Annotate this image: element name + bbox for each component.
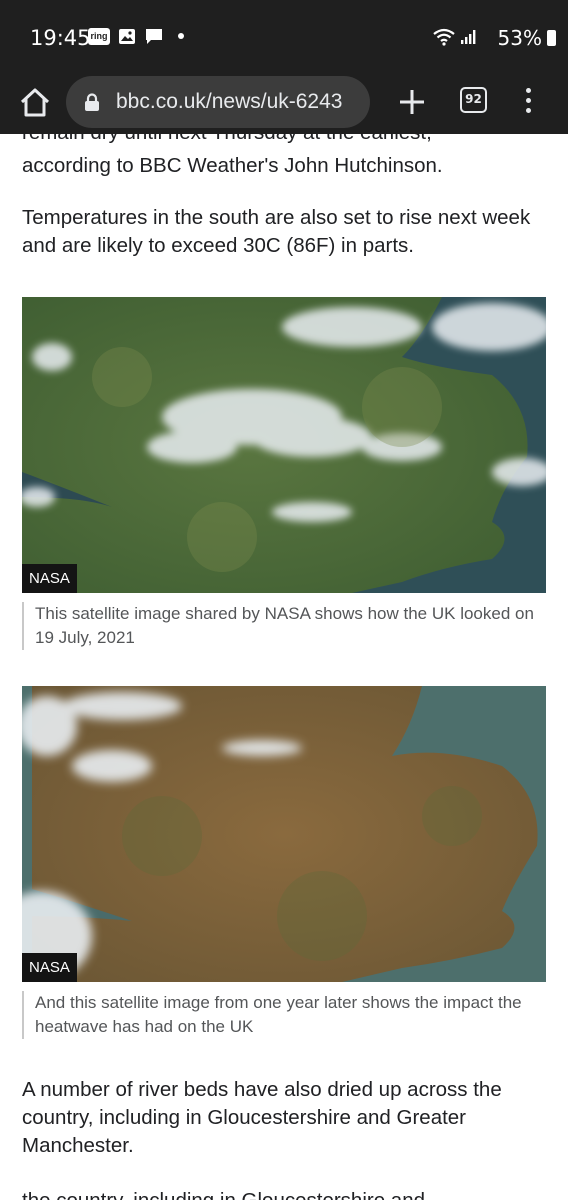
message-icon xyxy=(146,29,162,44)
home-icon[interactable] xyxy=(18,86,52,120)
figure-satellite-2021: NASA This satellite image shared by NASA… xyxy=(22,297,546,657)
notification-icons: ring xyxy=(88,27,184,45)
connectivity-icons xyxy=(432,28,476,46)
status-bar: 19:45 ring 53% xyxy=(0,0,568,72)
paragraph-partial-bottom: the country, including in Gloucestershir… xyxy=(22,1187,546,1200)
image-credit-badge: NASA xyxy=(22,564,77,593)
signal-icon xyxy=(461,30,476,44)
overflow-menu-icon[interactable] xyxy=(520,88,536,116)
figure-satellite-2022: NASA And this satellite image from one y… xyxy=(22,686,546,1046)
wifi-icon xyxy=(433,28,455,46)
image-caption: And this satellite image from one year l… xyxy=(22,991,546,1039)
status-time: 19:45 xyxy=(30,26,91,50)
paragraph-river-beds: A number of river beds have also dried u… xyxy=(22,1078,502,1157)
battery-icon xyxy=(547,30,556,46)
lock-icon xyxy=(85,93,99,111)
url-text[interactable]: bbc.co.uk/news/uk-6243 xyxy=(116,90,342,114)
paragraph-temperatures: Temperatures in the south are also set t… xyxy=(22,206,531,257)
paragraph-weather-source: according to BBC Weather's John Hutchins… xyxy=(22,154,443,177)
paragraph-partial-top: remain dry until next Thursday at the ea… xyxy=(22,134,546,147)
more-notifications-dot-icon xyxy=(178,33,184,39)
satellite-image-2022[interactable]: NASA xyxy=(22,686,546,982)
image-caption: This satellite image shared by NASA show… xyxy=(22,602,546,650)
address-bar[interactable]: bbc.co.uk/news/uk-6243 xyxy=(66,76,370,128)
tab-switcher-button[interactable]: 92 xyxy=(460,87,487,113)
battery-percent: 53% xyxy=(497,26,542,50)
satellite-image-2021[interactable]: NASA xyxy=(22,297,546,593)
gallery-icon xyxy=(119,28,135,44)
browser-toolbar: bbc.co.uk/news/uk-6243 92 xyxy=(0,72,568,134)
new-tab-icon[interactable] xyxy=(396,86,428,118)
article-content: remain dry until next Thursday at the ea… xyxy=(0,134,568,1200)
image-credit-badge: NASA xyxy=(22,953,77,982)
ring-app-icon: ring xyxy=(88,27,110,45)
